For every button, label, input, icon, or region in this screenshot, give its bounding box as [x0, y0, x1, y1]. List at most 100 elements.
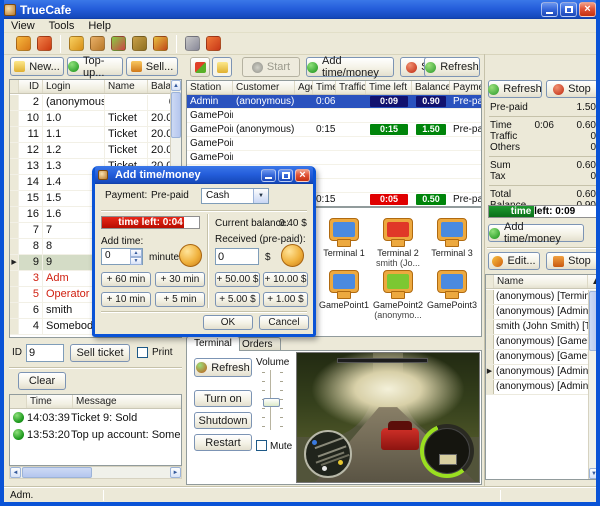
terminal-refresh-button[interactable]: Refresh	[194, 358, 252, 377]
add-money-3-button[interactable]: + 5.00 $	[215, 292, 260, 307]
add-time-1-button[interactable]: + 60 min	[101, 272, 151, 287]
tab-orders[interactable]: Orders	[234, 337, 281, 351]
table-row[interactable]: GamePoint1	[187, 109, 481, 123]
topup-button[interactable]: Top-up...	[67, 57, 123, 76]
maximize-button[interactable]	[560, 2, 577, 17]
menu-item-tools[interactable]: Tools	[42, 20, 82, 32]
terminal-icon-2[interactable]: Terminal 2smith (Jo...	[371, 218, 425, 268]
view-icons-button[interactable]	[190, 57, 210, 77]
table-row[interactable]: GamePoint2(anonymous)0:150:151.50Pre-pai…	[187, 123, 481, 137]
scroll-up-icon[interactable]: ▲	[171, 80, 181, 91]
right-add-time-money-button[interactable]: Add time/money	[488, 224, 584, 242]
start-session-button[interactable]: Start	[242, 57, 300, 77]
cancel-button[interactable]: Cancel	[259, 315, 309, 330]
print-checkbox[interactable]	[137, 347, 148, 358]
dialog-close-button[interactable]: ×	[295, 169, 310, 182]
table-row[interactable]: 101.0Ticket20.00	[10, 111, 170, 127]
add-time-4-button[interactable]: + 5 min	[155, 292, 205, 307]
sessions-scroll-up-icon[interactable]: ▲	[588, 275, 599, 288]
edit-button[interactable]: Edit...	[488, 252, 540, 270]
add-time-3-button[interactable]: + 10 min	[101, 292, 151, 307]
log-row[interactable]: 13:53:20Top up account: Somebody + 5.00	[10, 426, 181, 443]
burger-icon[interactable]	[90, 36, 105, 51]
toolbar-group	[177, 36, 229, 51]
drink-icon[interactable]	[111, 36, 126, 51]
cashbox-icon[interactable]	[16, 36, 31, 51]
sell-ticket-button[interactable]: Sell ticket	[70, 344, 130, 362]
ticket-id-input[interactable]: 9	[26, 344, 64, 362]
list-item[interactable]: (anonymous) [GamePoint2]	[486, 335, 588, 350]
table-row[interactable]: GamePoint4	[187, 151, 481, 165]
right-refresh-button[interactable]: Refresh	[488, 80, 542, 98]
received-input[interactable]: 0	[215, 248, 259, 265]
volume-slider-thumb[interactable]	[263, 398, 280, 407]
terminal-icon-4[interactable]: GamePoint1	[317, 270, 371, 310]
edit-label: Edit...	[507, 255, 535, 267]
terminal-icon-5[interactable]: GamePoint2(anonymo...	[371, 270, 425, 320]
stepper-up-icon[interactable]: ▲	[130, 249, 142, 257]
scroll-thumb[interactable]	[171, 92, 181, 138]
tab-terminal[interactable]: Terminal	[186, 336, 240, 351]
sessions-scrollbar[interactable]: ▼	[588, 290, 599, 479]
log-hscrollbar[interactable]: ◄ ►	[9, 466, 182, 479]
view-list-button[interactable]	[212, 57, 232, 77]
list-item[interactable]: smith (John Smith) [Terminal 2]	[486, 320, 588, 335]
lock-icon[interactable]	[185, 36, 200, 51]
list-item[interactable]: ▶(anonymous) [Admin]	[486, 365, 588, 380]
list-item[interactable]: (anonymous) [GamePoint5]	[486, 350, 588, 365]
ok-button[interactable]: OK	[203, 315, 253, 330]
add-time-money-button[interactable]: Add time/money	[306, 57, 394, 77]
table-row[interactable]: Admin(anonymous)0:060:090.90Pre-paid	[187, 95, 481, 109]
add-time-label: Add time:	[101, 236, 143, 247]
ticket-id-value: 9	[29, 347, 35, 359]
monitor-icon	[329, 218, 359, 241]
turn-on-button[interactable]: Turn on	[194, 390, 252, 407]
close-button[interactable]: ×	[579, 2, 596, 17]
table-row[interactable]: 2(anonymous)0	[10, 95, 170, 111]
table-row[interactable]: 111.1Ticket20.00	[10, 127, 170, 143]
log-row[interactable]: 14:03:39Ticket 9: Sold	[10, 409, 181, 426]
row-gutter	[10, 111, 19, 126]
sell-button[interactable]: Sell...	[126, 57, 178, 76]
list-item[interactable]: (anonymous) [Terminal 1]	[486, 290, 588, 305]
minutes-stepper[interactable]: 0 ▲▼	[101, 248, 143, 265]
minimize-button[interactable]	[541, 2, 558, 17]
right-stop-button[interactable]: Stop	[546, 80, 598, 98]
sessions-scroll-down-icon[interactable]: ▼	[589, 468, 599, 479]
payment-method-select[interactable]: Cash ▼	[201, 188, 269, 204]
scroll-right-icon[interactable]: ►	[170, 467, 181, 478]
add-money-4-button[interactable]: + 1.00 $	[263, 292, 308, 307]
menu-item-help[interactable]: Help	[81, 20, 118, 32]
menu-item-view[interactable]: View	[4, 20, 42, 32]
add-time-2-button[interactable]: + 30 min	[155, 272, 205, 287]
coin-icon[interactable]	[69, 36, 84, 51]
logout-icon[interactable]	[206, 36, 221, 51]
terminal-icon-6[interactable]: GamePoint3	[425, 270, 479, 310]
add-money-1-button[interactable]: + 50.00 $	[215, 272, 260, 287]
list-item[interactable]: (anonymous) [Admin]	[486, 380, 588, 395]
sessions-stop-label: Stop	[568, 255, 591, 267]
add-money-2-button[interactable]: + 10.00 $	[263, 272, 308, 287]
refresh-stations-button[interactable]: Refresh	[424, 57, 480, 77]
shutdown-label: Shutdown	[199, 415, 248, 427]
sessions-stop-button[interactable]: Stop	[546, 252, 598, 270]
stepper-down-icon[interactable]: ▼	[130, 257, 142, 265]
clear-log-button[interactable]: Clear	[18, 372, 66, 390]
dialog-minimize-button[interactable]	[261, 169, 276, 182]
mute-checkbox[interactable]	[256, 440, 267, 451]
shutdown-button[interactable]: Shutdown	[194, 412, 252, 429]
table-row[interactable]: GamePoint3	[187, 137, 481, 151]
new-account-button[interactable]: New...	[10, 57, 64, 76]
dialog-maximize-button[interactable]	[278, 169, 293, 182]
terminal-icon-1[interactable]: Terminal 1	[317, 218, 371, 258]
restart-button[interactable]: Restart	[194, 434, 252, 451]
table-row[interactable]: 121.2Ticket20.00	[10, 143, 170, 159]
sell-ticket-icon[interactable]	[37, 36, 52, 51]
snack-icon[interactable]	[132, 36, 147, 51]
list-item[interactable]: (anonymous) [Admin]	[486, 305, 588, 320]
terminal-icon-3[interactable]: Terminal 3	[425, 218, 479, 258]
hscroll-thumb[interactable]	[22, 467, 92, 478]
fries-icon[interactable]	[153, 36, 168, 51]
monitor-icon	[383, 218, 413, 241]
scroll-left-icon[interactable]: ◄	[10, 467, 21, 478]
